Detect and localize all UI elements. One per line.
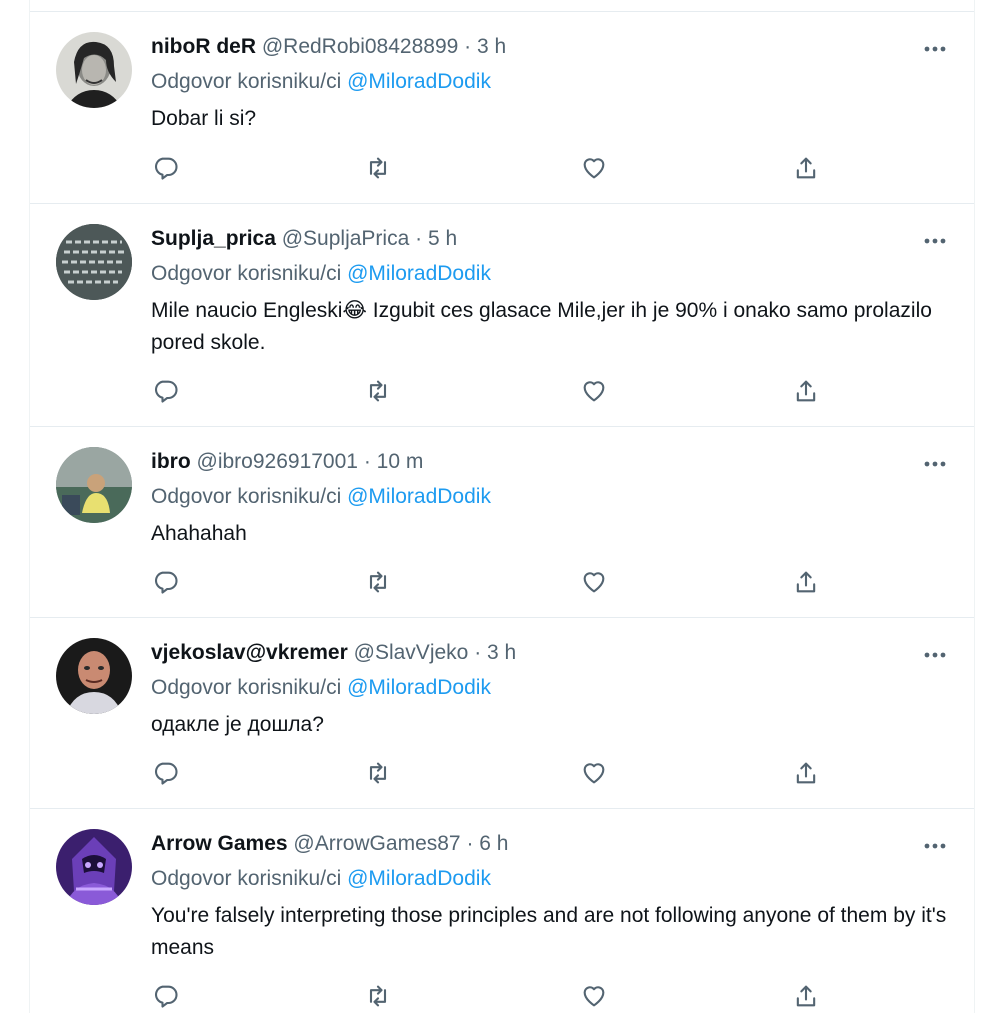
retweet-icon[interactable] xyxy=(364,759,394,789)
tweet[interactable]: ibro @ibro926917001 · 10 m Odgovor koris… xyxy=(30,427,974,618)
tweet-text: Dobar li si? xyxy=(151,107,257,130)
tweet-text: Mile naucio Engleski😂 Izgubit ces glasac… xyxy=(151,299,932,354)
tweet-actions xyxy=(151,377,831,407)
mention-link[interactable]: @MiloradDodik xyxy=(347,485,491,508)
reply-context: Odgovor korisniku/ci @MiloradDodik xyxy=(151,675,491,701)
reply-context: Odgovor korisniku/ci @MiloradDodik xyxy=(151,484,491,510)
reply-icon[interactable] xyxy=(152,154,182,184)
separator: · xyxy=(363,450,371,473)
like-icon[interactable] xyxy=(580,154,610,184)
timestamp[interactable]: 5 h xyxy=(428,227,457,250)
tweet-actions xyxy=(151,759,831,789)
tweet-header: Suplja_prica @SupljaPrica · 5 h xyxy=(151,226,457,252)
share-icon[interactable] xyxy=(792,759,822,789)
display-name[interactable]: niboR deR xyxy=(151,35,256,58)
tweet[interactable]: Arrow Games @ArrowGames87 · 6 h Odgovor … xyxy=(30,809,974,1013)
display-name[interactable]: vjekoslav@vkremer xyxy=(151,641,348,664)
retweet-icon[interactable] xyxy=(364,568,394,598)
reply-icon[interactable] xyxy=(152,759,182,789)
retweet-icon[interactable] xyxy=(364,154,394,184)
reply-context: Odgovor korisniku/ci @MiloradDodik xyxy=(151,866,491,892)
tweet-text: одакле је дошла? xyxy=(151,713,324,736)
avatar[interactable] xyxy=(56,829,132,905)
user-handle[interactable]: @ArrowGames87 xyxy=(293,832,460,855)
tweet-actions xyxy=(151,154,831,184)
tweet[interactable]: vjekoslav@vkremer @SlavVjeko · 3 h Odgov… xyxy=(30,618,974,809)
more-icon[interactable] xyxy=(920,454,950,474)
retweet-icon[interactable] xyxy=(364,982,394,1012)
user-handle[interactable]: @SupljaPrica xyxy=(282,227,410,250)
mention-link[interactable]: @MiloradDodik xyxy=(347,262,491,285)
tweet[interactable]: Suplja_prica @SupljaPrica · 5 h Odgovor … xyxy=(30,204,974,427)
like-icon[interactable] xyxy=(580,759,610,789)
more-icon[interactable] xyxy=(920,231,950,251)
avatar[interactable] xyxy=(56,32,132,108)
avatar[interactable] xyxy=(56,638,132,714)
user-handle[interactable]: @ibro926917001 xyxy=(197,450,358,473)
retweet-icon[interactable] xyxy=(364,377,394,407)
share-icon[interactable] xyxy=(792,568,822,598)
like-icon[interactable] xyxy=(580,982,610,1012)
tweet-header: vjekoslav@vkremer @SlavVjeko · 3 h xyxy=(151,640,516,666)
reply-icon[interactable] xyxy=(152,377,182,407)
tweet-actions xyxy=(151,568,831,598)
separator: · xyxy=(464,35,472,58)
share-icon[interactable] xyxy=(792,982,822,1012)
tweet-text: Ahahahah xyxy=(151,522,247,545)
reply-feed: niboR deR @RedRobi08428899 · 3 h Odgovor… xyxy=(29,0,975,1013)
tweet-header: niboR deR @RedRobi08428899 · 3 h xyxy=(151,34,506,60)
like-icon[interactable] xyxy=(580,377,610,407)
more-icon[interactable] xyxy=(920,39,950,59)
more-icon[interactable] xyxy=(920,836,950,856)
user-handle[interactable]: @SlavVjeko xyxy=(354,641,469,664)
reply-prefix: Odgovor korisniku/ci xyxy=(151,262,342,285)
separator: · xyxy=(415,227,423,250)
reply-prefix: Odgovor korisniku/ci xyxy=(151,485,342,508)
tweet-text: You're falsely interpreting those princi… xyxy=(151,904,947,959)
reply-prefix: Odgovor korisniku/ci xyxy=(151,676,342,699)
timestamp[interactable]: 10 m xyxy=(377,450,424,473)
reply-prefix: Odgovor korisniku/ci xyxy=(151,867,342,890)
tweet-header: Arrow Games @ArrowGames87 · 6 h xyxy=(151,831,509,857)
tweet-actions xyxy=(151,982,831,1012)
tweet[interactable]: niboR deR @RedRobi08428899 · 3 h Odgovor… xyxy=(30,12,974,204)
reply-prefix: Odgovor korisniku/ci xyxy=(151,70,342,93)
display-name[interactable]: Suplja_prica xyxy=(151,227,276,250)
timestamp[interactable]: 6 h xyxy=(479,832,508,855)
mention-link[interactable]: @MiloradDodik xyxy=(347,70,491,93)
user-handle[interactable]: @RedRobi08428899 xyxy=(262,35,458,58)
separator: · xyxy=(466,832,474,855)
separator: · xyxy=(474,641,482,664)
display-name[interactable]: Arrow Games xyxy=(151,832,288,855)
more-icon[interactable] xyxy=(920,645,950,665)
display-name[interactable]: ibro xyxy=(151,450,191,473)
avatar[interactable] xyxy=(56,224,132,300)
timestamp[interactable]: 3 h xyxy=(477,35,506,58)
mention-link[interactable]: @MiloradDodik xyxy=(347,676,491,699)
reply-context: Odgovor korisniku/ci @MiloradDodik xyxy=(151,69,491,95)
share-icon[interactable] xyxy=(792,154,822,184)
reply-context: Odgovor korisniku/ci @MiloradDodik xyxy=(151,261,491,287)
timestamp[interactable]: 3 h xyxy=(487,641,516,664)
avatar[interactable] xyxy=(56,447,132,523)
reply-icon[interactable] xyxy=(152,982,182,1012)
like-icon[interactable] xyxy=(580,568,610,598)
share-icon[interactable] xyxy=(792,377,822,407)
reply-icon[interactable] xyxy=(152,568,182,598)
mention-link[interactable]: @MiloradDodik xyxy=(347,867,491,890)
tweet-header: ibro @ibro926917001 · 10 m xyxy=(151,449,423,475)
